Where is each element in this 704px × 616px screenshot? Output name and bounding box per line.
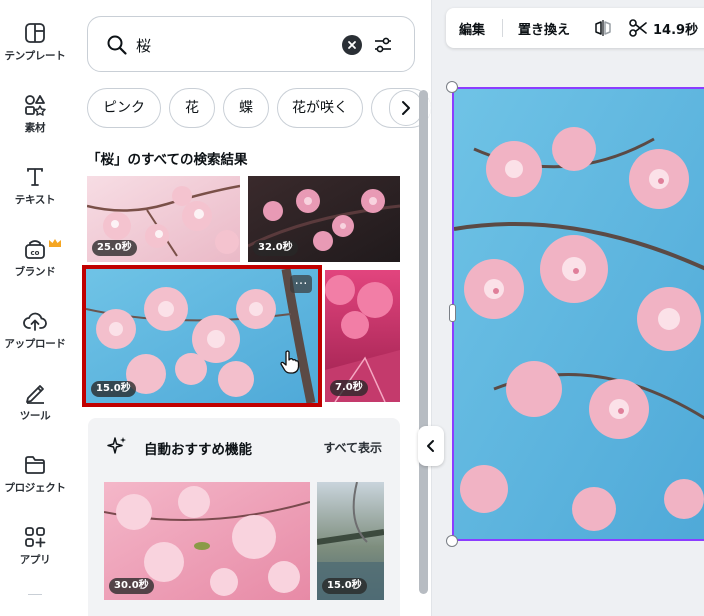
flip-icon[interactable]	[594, 19, 612, 37]
toolbar-divider	[502, 19, 503, 37]
duration-badge: 7.0秒	[330, 380, 368, 396]
auto-recommend-card: 自動おすすめ機能 すべて表示 30.0秒 15.0秒	[88, 418, 400, 616]
sidebar-item-label: アプリ	[19, 554, 51, 566]
duration-badge: 30.0秒	[109, 578, 154, 594]
sparkle-icon	[107, 437, 126, 454]
search-input[interactable]: 桜	[136, 35, 151, 56]
sidebar-item-label: テンプレート	[4, 50, 66, 62]
hand-cursor-icon	[280, 350, 300, 374]
elements-icon	[25, 95, 46, 116]
template-icon	[25, 23, 45, 43]
panel-scrollbar[interactable]	[419, 90, 428, 594]
selection-highlight	[82, 265, 322, 407]
search-box[interactable]: 桜	[87, 16, 415, 72]
video-thumbnail[interactable]: 15.0秒	[317, 482, 384, 600]
sidebar-item-label: テキスト	[14, 194, 56, 206]
collapse-panel-button[interactable]	[418, 426, 444, 466]
sidebar-item-apps[interactable]: アプリ	[0, 526, 70, 596]
resize-handle-top-left[interactable]	[446, 81, 458, 93]
brand-icon: co	[25, 240, 45, 259]
scissors-icon[interactable]	[628, 18, 648, 38]
close-icon	[348, 41, 356, 49]
chip-flower[interactable]: 花	[169, 88, 215, 128]
cherry-blossom-video	[454, 89, 704, 539]
chips-next-button[interactable]	[389, 90, 423, 126]
crown-icon	[49, 239, 61, 247]
sidebar-item-brand[interactable]: co ブランド	[0, 238, 70, 308]
duration-badge: 15.0秒	[322, 578, 367, 594]
chevron-right-icon	[402, 101, 410, 115]
context-toolbar: 編集 置き換え 14.9秒	[446, 8, 704, 48]
duration-badge: 32.0秒	[253, 240, 298, 256]
results-heading: 「桜」のすべての検索結果	[87, 152, 248, 168]
video-thumbnail[interactable]: 30.0秒	[104, 482, 310, 600]
search-icon	[107, 35, 127, 55]
see-all-link[interactable]: すべて表示	[323, 439, 382, 456]
replace-button[interactable]: 置き換え	[518, 19, 570, 38]
text-icon	[27, 168, 43, 186]
sidebar-item-uploads[interactable]: アップロード	[0, 310, 70, 380]
chip-blooming[interactable]: 花が咲く	[277, 88, 363, 128]
video-thumbnail[interactable]: 25.0秒	[87, 176, 240, 262]
sidebar-item-label: プロジェクト	[4, 482, 66, 494]
side-panel: 桜 ピンク 花 蝶 花が咲く 王 「桜」のすべての検索結果 25.0秒	[70, 0, 432, 616]
clip-duration[interactable]: 14.9秒	[653, 19, 698, 38]
resize-handle-bottom-left[interactable]	[446, 535, 458, 547]
rail-divider	[28, 594, 42, 595]
edit-button[interactable]: 編集	[459, 19, 485, 38]
filter-icon[interactable]	[372, 34, 394, 56]
sidebar-item-label: アップロード	[4, 338, 66, 350]
resize-handle-left[interactable]	[449, 304, 456, 322]
video-thumbnail[interactable]: 32.0秒	[248, 176, 400, 262]
duration-badge: 25.0秒	[92, 240, 137, 256]
suggestion-chips: ピンク 花 蝶 花が咲く 王	[87, 88, 431, 128]
upload-icon	[23, 312, 47, 331]
apps-icon	[25, 527, 46, 548]
sidebar-item-elements[interactable]: 素材	[0, 94, 70, 164]
sidebar-item-label: ブランド	[14, 266, 56, 278]
sidebar-item-label: 素材	[24, 122, 46, 134]
chip-pink[interactable]: ピンク	[87, 88, 161, 128]
canvas-page[interactable]	[452, 87, 704, 541]
sidebar-item-templates[interactable]: テンプレート	[0, 22, 70, 92]
sidebar-item-projects[interactable]: プロジェクト	[0, 454, 70, 524]
auto-recommend-title: 自動おすすめ機能	[144, 442, 252, 458]
left-sidebar: テンプレート 素材 テキスト co ブランド アップロード ツール プロジェクト…	[0, 0, 70, 616]
tools-icon	[26, 385, 44, 404]
sidebar-item-label: ツール	[19, 410, 51, 422]
video-thumbnail[interactable]: 7.0秒	[325, 270, 400, 402]
svg-text:co: co	[31, 249, 40, 257]
chevron-left-icon	[427, 440, 434, 452]
sidebar-item-tools[interactable]: ツール	[0, 382, 70, 452]
clear-search-button[interactable]	[342, 35, 362, 55]
sidebar-item-text[interactable]: テキスト	[0, 166, 70, 236]
chip-butterfly[interactable]: 蝶	[223, 88, 269, 128]
folder-icon	[25, 456, 45, 474]
